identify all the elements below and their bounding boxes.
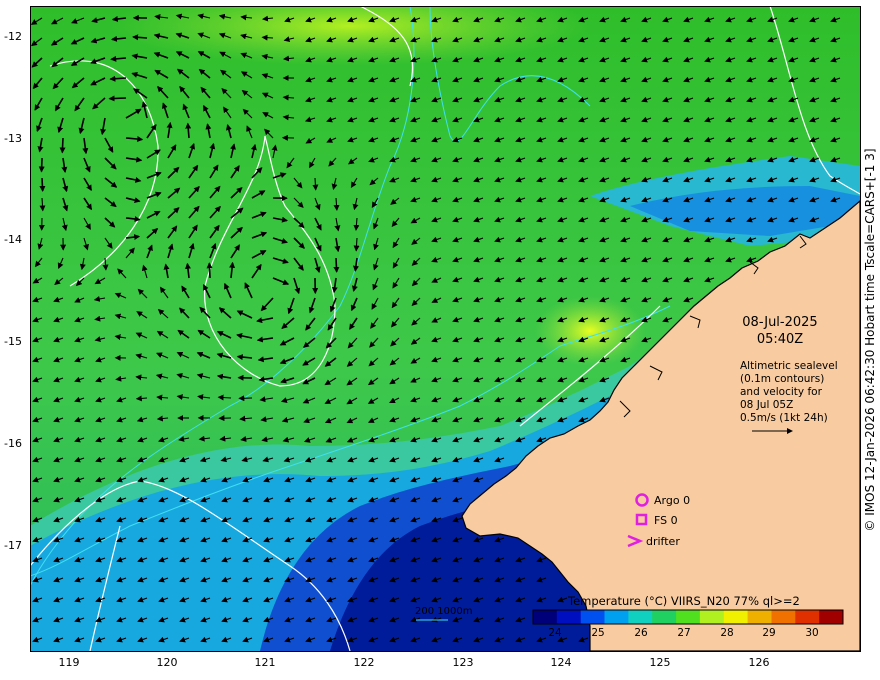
- legend-fs: FS 0: [654, 514, 678, 527]
- altimetry-line: 0.5m/s (1kt 24h): [740, 412, 828, 424]
- copyright-text: © IMOS 12-Jan-2026 06:42:30 Hobart time …: [863, 148, 877, 532]
- y-tick: -13: [4, 132, 22, 145]
- x-tick: 124: [550, 656, 572, 669]
- colorbar-title: Temperature (°C) VIIRS_N20 77% ql>=2: [568, 594, 800, 608]
- x-tick: 119: [58, 656, 80, 669]
- y-tick: -15: [4, 335, 22, 348]
- velocity-arrow: [312, 177, 319, 191]
- colorbar-label: 26: [634, 627, 648, 639]
- colorbar-segment: [628, 610, 653, 624]
- colorbar-segment: [819, 610, 844, 624]
- colorbar-segment: [580, 610, 605, 624]
- colorbar-segment: [795, 610, 820, 624]
- velocity-arrow: [206, 262, 213, 279]
- colorbar-label: 25: [591, 627, 605, 639]
- altimetry-line: 08 Jul 05Z: [740, 399, 794, 411]
- velocity-arrow: [108, 95, 127, 102]
- velocity-arrow: [132, 34, 148, 41]
- colorbar-label: 24: [548, 627, 562, 639]
- colorbar-segment: [676, 610, 701, 624]
- colorbar-segment: [556, 610, 582, 624]
- colorbar-label: 29: [762, 627, 776, 639]
- colorbar-label: 28: [720, 627, 734, 639]
- y-tick: -16: [4, 437, 22, 450]
- colorbar-label: 30: [805, 627, 819, 639]
- legend-argo: Argo 0: [654, 494, 691, 507]
- altimetry-line: and velocity for: [740, 386, 822, 398]
- velocity-arrow: [39, 177, 46, 192]
- x-tick: 121: [254, 656, 276, 669]
- x-tick: 123: [452, 656, 474, 669]
- map-date: 08-Jul-2025 05:40Z: [735, 314, 825, 348]
- time-label: 05:40Z: [756, 332, 804, 347]
- legend-drifter: drifter: [646, 535, 680, 548]
- velocity-arrow: [333, 257, 340, 273]
- x-tick: 122: [353, 656, 375, 669]
- date-label: 08-Jul-2025: [742, 315, 818, 330]
- velocity-arrow: [261, 34, 274, 41]
- velocity-arrow: [59, 137, 66, 154]
- colorbar-segment: [771, 610, 796, 624]
- y-tick: -14: [4, 233, 22, 246]
- colorbar-segment: [699, 610, 725, 624]
- velocity-arrow: [38, 157, 45, 173]
- y-tick: -17: [4, 539, 22, 552]
- colorbar-segment: [533, 610, 558, 624]
- warm-patch: [535, 296, 645, 366]
- velocity-arrow: [109, 75, 127, 82]
- altimetry-line: Altimetric sealevel: [740, 360, 838, 372]
- colorbar-segment: [747, 610, 772, 624]
- colorbar-segment: [652, 610, 677, 624]
- x-tick: 125: [649, 656, 671, 669]
- bathy-scale-label: 200 1000m: [415, 606, 473, 617]
- colorbar-segment: [604, 610, 629, 624]
- y-tick: -12: [4, 30, 22, 43]
- colorbar: [532, 609, 844, 625]
- altimetry-note: Altimetric sealevel (0.1m contours) and …: [740, 360, 838, 425]
- colorbar-segment: [723, 610, 749, 624]
- colorbar-label: 27: [677, 627, 691, 639]
- x-tick: 126: [748, 656, 770, 669]
- x-tick: 120: [156, 656, 178, 669]
- altimetry-line: (0.1m contours): [740, 373, 825, 385]
